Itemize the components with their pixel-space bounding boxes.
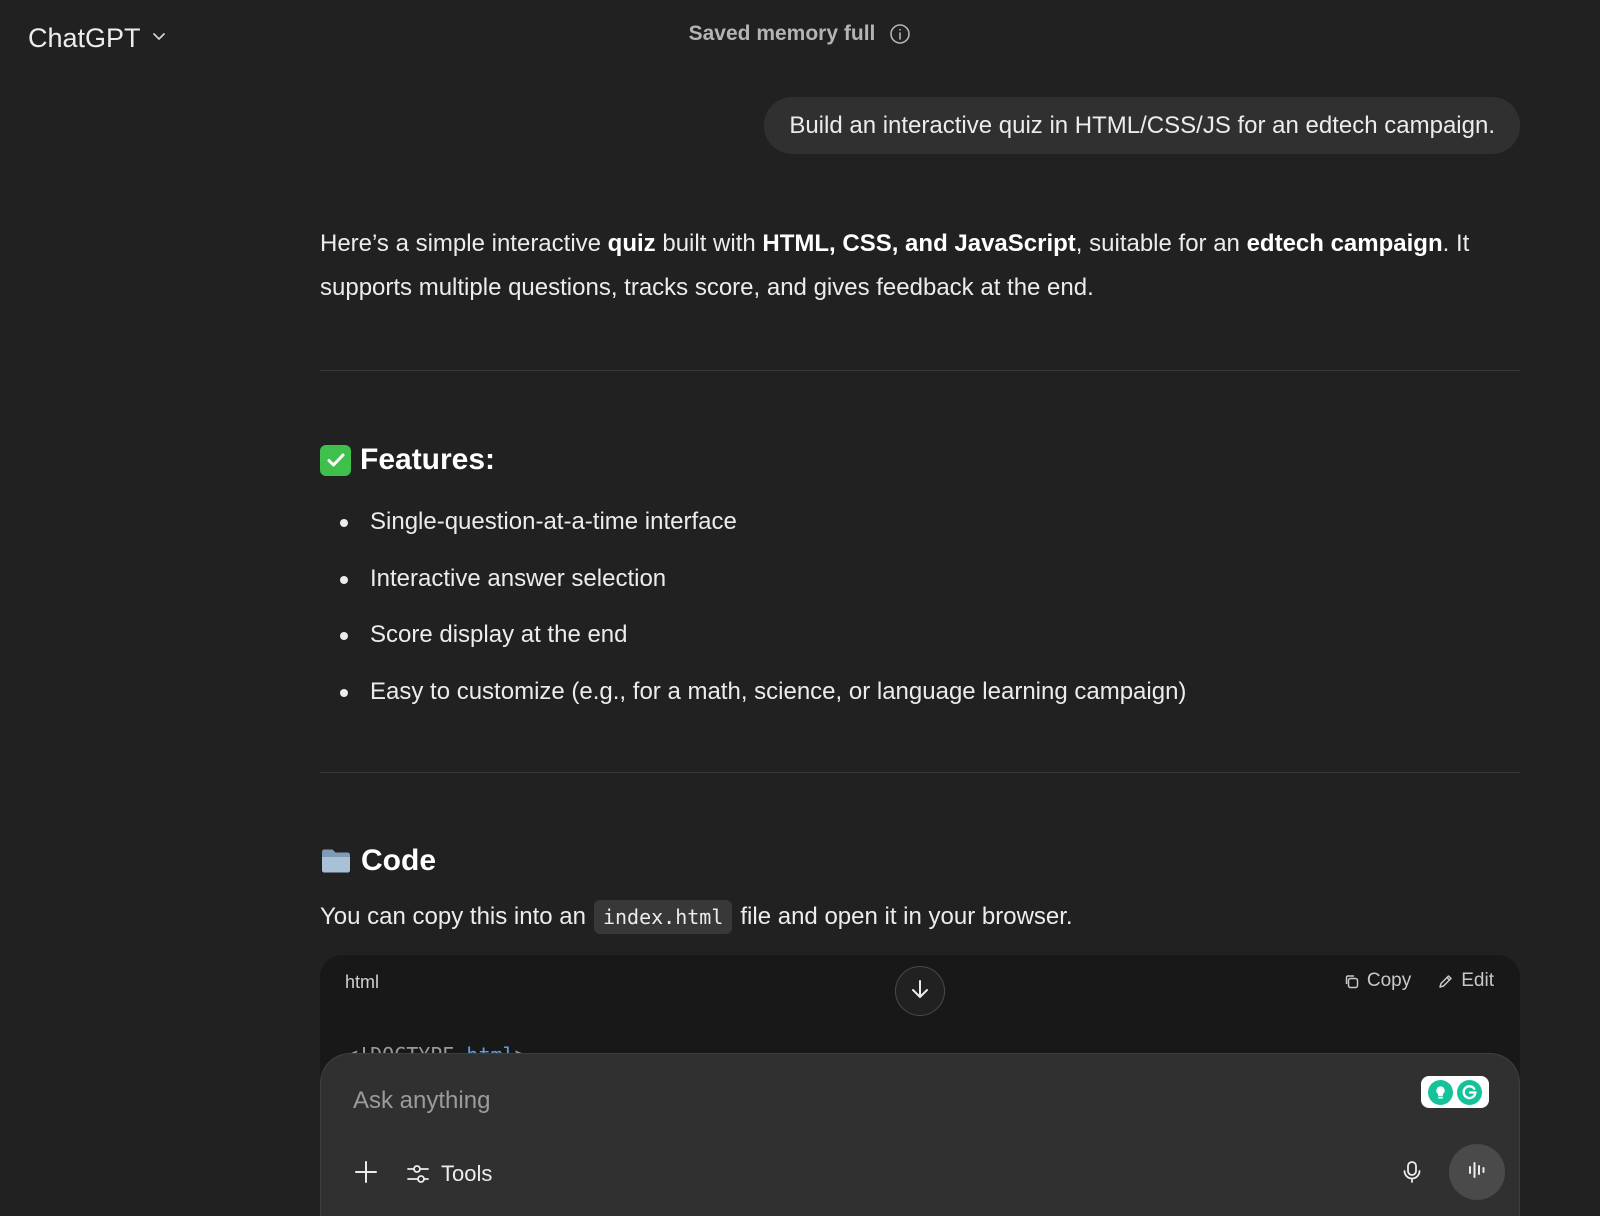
add-attachment-button[interactable] [347,1155,385,1193]
folder-emoji [320,846,352,876]
copy-label: Copy [1366,970,1412,991]
intro-text: built with [655,230,763,257]
intro-bold-text: quiz [607,230,656,257]
feature-list-item: Interactive answer selection [320,551,1186,608]
grammarly-widget[interactable] [1421,1076,1489,1108]
grammarly-icon [1428,1079,1453,1105]
tools-button[interactable]: Tools [405,1155,492,1193]
features-list: Single-question-at-a-time interface Inter… [320,494,1186,720]
section-divider [320,772,1520,773]
arrow-down-icon [908,977,932,1006]
dictate-button[interactable] [1393,1155,1431,1193]
code-actions: Copy Edit [1343,970,1494,992]
user-message-bubble: Build an interactive quiz in HTML/CSS/JS… [764,97,1520,154]
edit-label: Edit [1461,970,1494,991]
code-intro-text: file and open it in your browser. [740,903,1073,930]
info-icon[interactable] [889,23,911,45]
code-language-label: html [345,972,380,992]
feature-list-item: Single-question-at-a-time interface [320,494,1186,551]
edit-code-button[interactable]: Edit [1437,970,1494,992]
inline-code-filename: index.html [593,900,733,934]
memory-status: Saved memory full [0,22,1600,46]
voice-waveform-icon [1464,1157,1490,1188]
intro-text: , suitable for an [1075,230,1247,257]
intro-bold-text: HTML, CSS, and JavaScript [762,230,1076,257]
check-mark-emoji [320,444,351,476]
features-heading: Features: [320,443,495,477]
edit-icon [1437,973,1454,990]
section-divider [320,370,1520,371]
feature-list-item: Score display at the end [320,607,1186,664]
intro-bold-text: edtech campaign [1246,230,1443,257]
features-heading-text: Features: [360,443,496,476]
plus-icon [353,1159,379,1190]
copy-code-button[interactable]: Copy [1343,970,1411,992]
top-bar: ChatGPT Saved memory full [0,0,1600,76]
code-heading-text: Code [361,844,436,877]
scroll-to-bottom-button[interactable] [895,966,945,1016]
microphone-icon [1399,1159,1425,1190]
code-intro: You can copy this into an index.html fil… [320,900,1073,934]
code-heading: Code [320,844,436,878]
feature-list-item: Easy to customize (e.g., for a math, sci… [320,664,1186,721]
user-message-text: Build an interactive quiz in HTML/CSS/JS… [789,111,1495,139]
voice-mode-button[interactable] [1449,1144,1505,1200]
tools-label: Tools [441,1161,493,1186]
grammarly-icon [1457,1079,1482,1105]
code-intro-text: You can copy this into an [320,903,586,930]
sliders-icon [405,1161,431,1187]
composer: Tools [320,1053,1520,1216]
intro-text: Here’s a simple interactive [320,230,608,257]
copy-icon [1343,973,1360,990]
prompt-input[interactable] [353,1076,1353,1126]
assistant-intro-paragraph: Here’s a simple interactive quiz built w… [320,222,1520,310]
memory-status-label: Saved memory full [688,22,876,45]
